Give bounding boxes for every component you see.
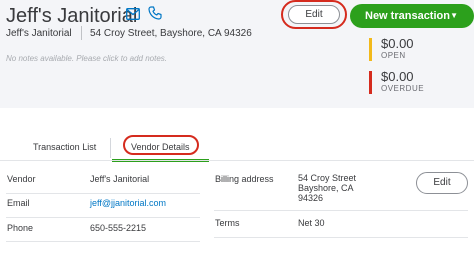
- email-link[interactable]: jeff@jjanitorial.com: [90, 198, 166, 209]
- phone-label: Phone: [7, 223, 34, 233]
- billing-address-line-3: 94326: [298, 193, 324, 203]
- row-divider: [6, 217, 200, 218]
- row-divider: [6, 193, 200, 194]
- open-balance-bar: [369, 38, 372, 61]
- edit-vendor-button[interactable]: Edit: [288, 5, 340, 24]
- tab-bar: Transaction List Vendor Details: [0, 135, 474, 162]
- row-divider: [214, 210, 468, 211]
- mail-icon[interactable]: [126, 8, 140, 20]
- chevron-down-icon[interactable]: ▼: [450, 4, 458, 28]
- row-divider: [6, 241, 200, 242]
- notes-placeholder[interactable]: No notes available. Please click to add …: [6, 54, 167, 63]
- tab-vendor-details[interactable]: Vendor Details: [131, 142, 190, 152]
- edit-details-button[interactable]: Edit: [416, 172, 468, 194]
- phone-icon[interactable]: [148, 6, 162, 20]
- overdue-balance-amount: $0.00: [381, 69, 414, 84]
- vendor-address: 54 Croy Street, Bayshore, CA 94326: [90, 28, 252, 39]
- phone-value: 650-555-2215: [90, 223, 147, 233]
- billing-address-label: Billing address: [215, 174, 274, 184]
- terms-value: Net 30: [298, 218, 325, 228]
- new-transaction-label: New transaction: [365, 10, 450, 22]
- tab-divider: [110, 138, 111, 158]
- vendor-company: Jeff's Janitorial: [6, 28, 72, 39]
- email-label: Email: [7, 198, 30, 208]
- vendor-label: Vendor: [7, 174, 36, 184]
- overdue-balance-label: OVERDUE: [381, 84, 425, 93]
- terms-label: Terms: [215, 218, 240, 228]
- open-balance-amount: $0.00: [381, 36, 414, 51]
- new-transaction-button[interactable]: New transaction ▼: [350, 4, 474, 28]
- tab-rule: [0, 160, 474, 161]
- overdue-balance-bar: [369, 71, 372, 94]
- vendor-value: Jeff's Janitorial: [90, 174, 150, 184]
- row-divider: [214, 237, 468, 238]
- tab-transaction-list[interactable]: Transaction List: [33, 142, 96, 152]
- open-balance-label: OPEN: [381, 51, 406, 60]
- vendor-header: Jeff's Janitorial Jeff's Janitorial 54 C…: [0, 0, 474, 108]
- subheader-divider: [81, 26, 82, 40]
- vendor-name-title: Jeff's Janitorial: [6, 5, 138, 27]
